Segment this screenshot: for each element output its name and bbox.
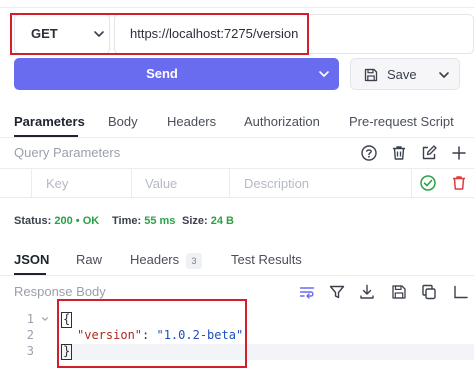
line-number: 3: [26, 344, 34, 358]
help-icon[interactable]: [360, 144, 378, 162]
status-text: OK: [82, 215, 100, 227]
tab-authorization[interactable]: Authorization: [244, 114, 320, 129]
send-button[interactable]: Send: [14, 58, 339, 90]
wrap-lines-icon[interactable]: [298, 283, 316, 301]
response-status: Status: 200 • OK: [14, 215, 99, 227]
response-size: Size: 24 B: [182, 215, 234, 227]
line-number: 2: [26, 328, 34, 342]
param-value-cell[interactable]: Value: [132, 169, 230, 197]
download-icon[interactable]: [358, 283, 376, 301]
key-placeholder: Key: [46, 176, 69, 191]
tab-json[interactable]: JSON: [14, 252, 49, 267]
copy-icon[interactable]: [420, 283, 438, 301]
tab-pre-request-script[interactable]: Pre-request Script: [349, 114, 454, 129]
tab-parameters[interactable]: Parameters: [14, 114, 85, 129]
chevron-down-icon[interactable]: [318, 68, 330, 80]
send-label: Send: [146, 66, 178, 81]
save-button[interactable]: Save: [350, 58, 460, 90]
status-label: Status:: [14, 215, 52, 227]
headers-count-badge: 3: [186, 253, 202, 269]
more-icon[interactable]: [452, 283, 470, 301]
param-checkbox-cell[interactable]: [0, 169, 32, 197]
highlight-box: [10, 13, 309, 55]
plus-icon[interactable]: [450, 144, 468, 162]
chevron-down-icon[interactable]: [438, 69, 450, 81]
trash-icon[interactable]: [390, 144, 408, 162]
size-value: 24 B: [210, 215, 234, 227]
response-body-title: Response Body: [14, 284, 106, 299]
param-description-cell[interactable]: Description: [230, 169, 412, 197]
divider: [0, 275, 474, 276]
tab-raw[interactable]: Raw: [76, 252, 102, 267]
save-icon: [364, 68, 378, 82]
value-placeholder: Value: [145, 176, 178, 191]
edit-icon[interactable]: [420, 144, 438, 162]
save-label: Save: [387, 67, 417, 82]
tab-body[interactable]: Body: [108, 114, 138, 129]
line-number: 1: [26, 312, 34, 326]
tab-headers[interactable]: Headers: [167, 114, 216, 129]
status-separator: •: [75, 215, 80, 227]
tab-response-headers[interactable]: Headers: [130, 252, 179, 267]
size-label: Size:: [182, 215, 208, 227]
tab-test-results[interactable]: Test Results: [231, 252, 302, 267]
time-value: 55 ms: [144, 215, 176, 227]
query-parameters-title: Query Parameters: [14, 145, 121, 160]
save-icon[interactable]: [390, 283, 408, 301]
response-time: Time: 55 ms: [112, 215, 175, 227]
divider: [0, 137, 474, 138]
param-key-cell[interactable]: Key: [32, 169, 132, 197]
check-circle-icon[interactable]: [419, 174, 437, 192]
highlight-box: [57, 299, 247, 368]
filter-icon[interactable]: [328, 283, 346, 301]
delete-icon[interactable]: [450, 174, 468, 192]
status-code: 200: [54, 215, 73, 227]
description-placeholder: Description: [244, 176, 310, 191]
param-row: Key Value Description: [0, 168, 474, 198]
fold-chevron-icon[interactable]: [41, 315, 49, 323]
time-label: Time:: [112, 215, 142, 227]
